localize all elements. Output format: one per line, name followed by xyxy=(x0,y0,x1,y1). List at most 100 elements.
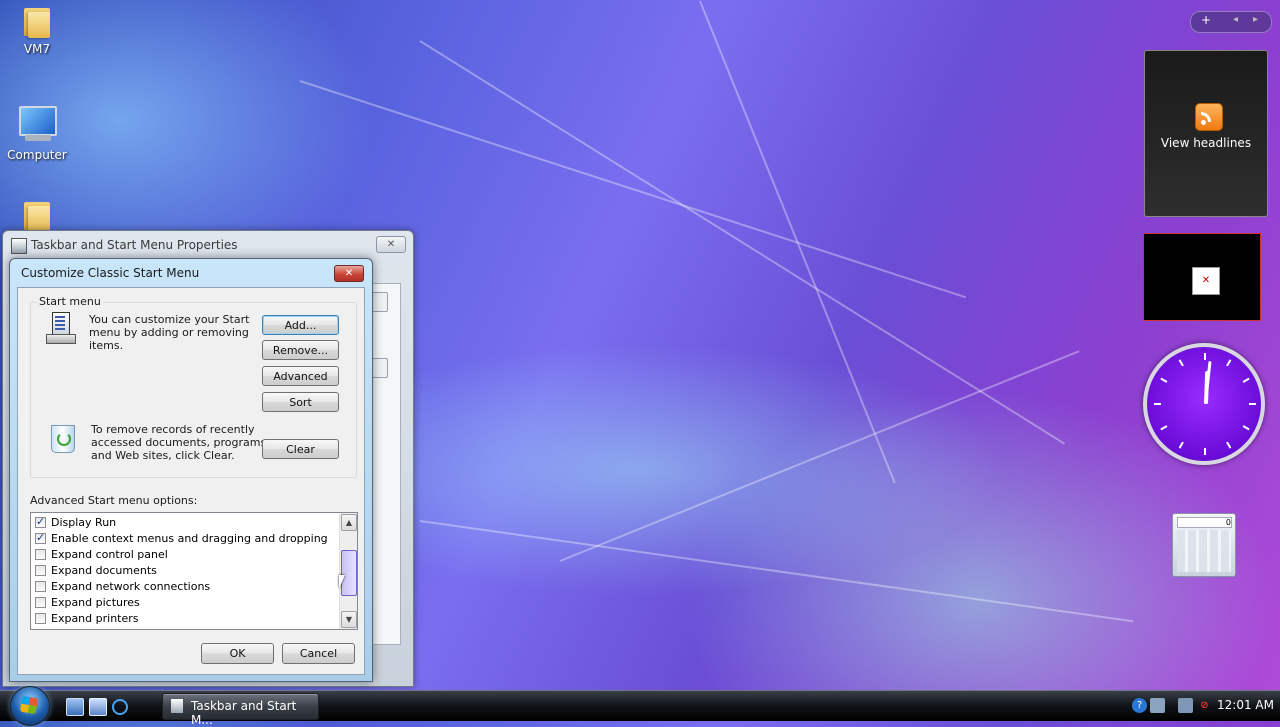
clear-text-line: accessed documents, programs, xyxy=(91,436,270,449)
taskbar-clock[interactable]: 12:01 AM xyxy=(1217,698,1274,712)
ok-button[interactable]: OK xyxy=(201,643,274,664)
advanced-button[interactable]: Advanced xyxy=(262,366,339,386)
sort-button[interactable]: Sort xyxy=(262,392,339,412)
scroll-up-icon[interactable]: ▲ xyxy=(341,514,357,531)
checkbox[interactable] xyxy=(35,531,46,544)
start-menu-group-label: Start menu xyxy=(37,295,103,308)
clear-text-line: and Web sites, click Clear. xyxy=(91,449,235,462)
dialog-title: Customize Classic Start Menu xyxy=(21,266,200,280)
start-menu-list-icon xyxy=(46,312,76,344)
wallpaper-streak xyxy=(559,350,1080,562)
option-label: Expand documents xyxy=(51,563,157,577)
window-title: Taskbar and Start Menu Properties xyxy=(31,238,238,252)
remove-button[interactable]: Remove... xyxy=(262,340,339,360)
rss-feed-icon xyxy=(1195,103,1223,131)
calculator-keypad[interactable] xyxy=(1177,530,1231,572)
list-item[interactable]: Enable context menus and dragging and dr… xyxy=(35,530,328,546)
clock-tick xyxy=(1226,359,1232,367)
clock-tick xyxy=(1242,425,1250,431)
scroll-thumb[interactable] xyxy=(341,550,357,596)
desktop-icon-computer[interactable]: Computer xyxy=(1,104,73,162)
clock-tick xyxy=(1154,403,1161,405)
option-label: Expand network connections xyxy=(51,579,211,593)
clear-button[interactable]: Clear xyxy=(262,439,339,459)
option-label: Expand control panel xyxy=(51,547,168,561)
checkbox[interactable] xyxy=(35,580,46,592)
list-item[interactable]: Display Run xyxy=(35,514,116,530)
clock-tick xyxy=(1226,441,1232,449)
list-item[interactable]: Expand printers xyxy=(35,610,139,626)
option-label: Expand pictures xyxy=(51,595,140,609)
checkbox[interactable] xyxy=(35,596,46,608)
list-item[interactable]: Expand documents xyxy=(35,562,157,578)
list-item[interactable]: Expand control panel xyxy=(35,546,168,562)
customize-text-line: You can customize your Start xyxy=(89,313,250,326)
taskbar-button-properties[interactable]: Taskbar and Start M... xyxy=(162,693,319,727)
option-label: Enable context menus and dragging and dr… xyxy=(51,531,328,545)
folder-icon xyxy=(22,198,52,232)
options-listbox[interactable]: Display Run Enable context menus and dra… xyxy=(30,512,358,630)
volume-muted-icon[interactable]: ⊘ xyxy=(1197,698,1212,713)
customize-text-line: items. xyxy=(89,339,124,352)
scroll-down-icon[interactable]: ▼ xyxy=(341,611,357,628)
option-label: Display Run xyxy=(51,515,117,529)
parent-content-strip xyxy=(371,283,401,645)
network-icon[interactable] xyxy=(1150,698,1165,713)
clock-tick xyxy=(1204,448,1206,455)
switch-windows-icon[interactable] xyxy=(89,698,107,716)
wallpaper-streak xyxy=(419,40,1066,445)
help-icon[interactable]: ? xyxy=(1132,698,1147,713)
clock-tick xyxy=(1160,425,1168,431)
broken-gadget[interactable]: ✕ xyxy=(1143,233,1261,321)
add-gadget-icon[interactable]: + xyxy=(1201,13,1211,27)
customize-start-menu-dialog: Customize Classic Start Menu ✕ Start men… xyxy=(9,258,373,682)
computer-icon xyxy=(15,104,59,144)
feed-headlines-gadget[interactable]: View headlines xyxy=(1144,50,1268,217)
computer-tray-icon[interactable] xyxy=(1178,698,1193,713)
wallpaper-streak xyxy=(699,0,896,484)
checkbox[interactable] xyxy=(35,515,46,528)
list-item[interactable]: Expand pictures xyxy=(35,594,140,610)
calculator-display: 0 xyxy=(1177,517,1232,528)
clear-text-line: To remove records of recently xyxy=(91,423,255,436)
next-icon[interactable]: ▸ xyxy=(1253,14,1258,25)
window-icon xyxy=(11,238,27,254)
desktop-icon-vm7[interactable]: VM7 xyxy=(1,4,73,56)
internet-explorer-icon[interactable] xyxy=(112,699,128,715)
view-headlines-label[interactable]: View headlines xyxy=(1145,136,1267,150)
checkbox[interactable] xyxy=(35,612,46,624)
clock-tick xyxy=(1242,377,1250,383)
checkbox[interactable] xyxy=(35,548,46,560)
customize-text-line: menu by adding or removing xyxy=(89,326,249,339)
wallpaper-streak xyxy=(419,520,1134,623)
list-item[interactable]: Expand network connections xyxy=(35,578,210,594)
close-button[interactable]: ✕ xyxy=(376,236,406,253)
show-desktop-icon[interactable] xyxy=(66,698,84,716)
desktop-icon-label: VM7 xyxy=(23,42,51,56)
options-label: Advanced Start menu options: xyxy=(30,494,198,507)
start-orb-icon[interactable] xyxy=(10,686,50,726)
prev-icon[interactable]: ◂ xyxy=(1233,14,1238,25)
parent-button[interactable] xyxy=(372,292,388,312)
calculator-gadget[interactable]: 0 xyxy=(1172,513,1236,577)
window-icon xyxy=(171,699,183,713)
add-button[interactable]: Add... xyxy=(262,315,339,335)
clock-tick xyxy=(1178,359,1184,367)
vertical-scrollbar[interactable]: ▲ ▼ xyxy=(339,513,357,629)
clock-gadget[interactable] xyxy=(1143,343,1265,465)
parent-button[interactable] xyxy=(372,358,388,378)
option-label: Expand printers xyxy=(51,611,139,625)
clock-tick xyxy=(1178,441,1184,449)
cancel-button[interactable]: Cancel xyxy=(282,643,355,664)
gadget-toolbar: + ◂ ▸ xyxy=(1190,11,1272,33)
broken-image-icon: ✕ xyxy=(1192,267,1220,295)
mouse-cursor-icon xyxy=(339,575,345,589)
checkbox[interactable] xyxy=(35,564,46,576)
taskbar-button-label: Taskbar and Start M... xyxy=(191,699,297,727)
dialog-close-button[interactable]: ✕ xyxy=(334,265,364,282)
clock-tick xyxy=(1249,403,1256,405)
dialog-client-area: Start menu You can customize your Start … xyxy=(17,287,365,675)
desktop-icon-label: Computer xyxy=(7,148,67,162)
clock-tick xyxy=(1160,377,1168,383)
taskbar: Taskbar and Start M... ? ⊘ 12:01 AM xyxy=(0,686,1280,727)
